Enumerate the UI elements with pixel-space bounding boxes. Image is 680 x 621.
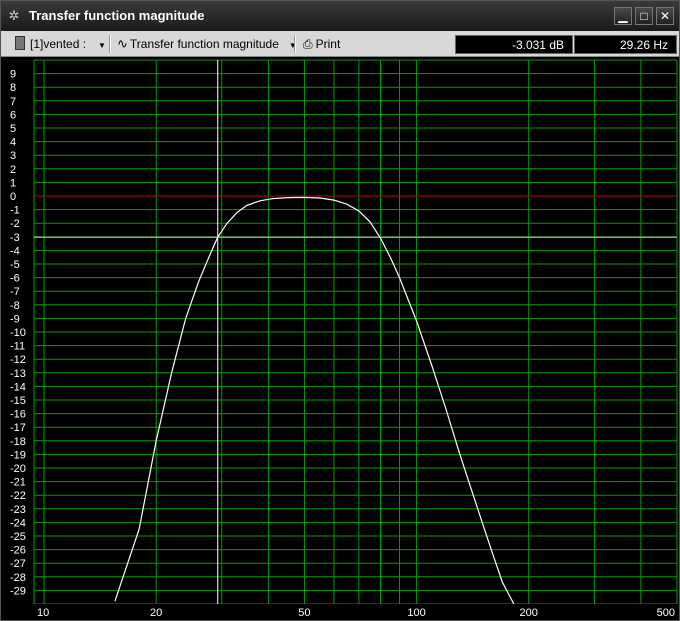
title-bar[interactable]: ✲ Transfer function magnitude ▁ □ ✕ — [1, 1, 679, 31]
app-window: ✲ Transfer function magnitude ▁ □ ✕ [1]v… — [0, 0, 680, 621]
toolbar-separator — [294, 35, 296, 53]
toolbar-separator — [109, 35, 111, 53]
y-tick-label: -8 — [10, 300, 20, 312]
x-axis-strip — [34, 604, 679, 620]
y-tick-label: -9 — [10, 313, 20, 325]
y-tick-label: -7 — [10, 286, 20, 298]
y-tick-label: -25 — [10, 531, 26, 543]
print-button[interactable]: ⎙ Print — [303, 35, 340, 53]
x-tick-label: 500 — [657, 607, 675, 619]
y-tick-label: -14 — [10, 381, 26, 393]
y-tick-label: -5 — [10, 259, 20, 271]
y-tick-label: -24 — [10, 517, 26, 529]
print-label: Print — [315, 37, 341, 51]
y-tick-label: 2 — [10, 164, 16, 176]
hz-readout: 29.26 Hz — [574, 35, 677, 54]
magnitude-chart[interactable]: 9876543210-1-2-3-4-5-6-7-8-9-10-11-12-13… — [1, 57, 679, 620]
mode-label: Transfer function magnitude — [129, 37, 279, 51]
db-readout: -3.031 dB — [455, 35, 573, 54]
y-tick-label: -22 — [10, 490, 26, 502]
y-tick-label: -2 — [10, 218, 20, 230]
x-tick-label: 200 — [520, 607, 538, 619]
maximize-button[interactable]: □ — [635, 7, 653, 25]
y-tick-label: -17 — [10, 422, 26, 434]
mode-dropdown[interactable]: ∿ Transfer function magnitude ▼ — [117, 35, 297, 53]
dataset-dropdown[interactable]: [1]vented : ▼ — [15, 35, 106, 53]
x-tick-label: 50 — [298, 607, 310, 619]
chevron-down-icon: ▼ — [98, 41, 106, 50]
y-tick-label: -13 — [10, 368, 26, 380]
y-tick-label: 6 — [10, 109, 16, 121]
y-tick-label: -6 — [10, 273, 20, 285]
y-tick-label: 3 — [10, 150, 16, 162]
y-tick-label: -12 — [10, 354, 26, 366]
y-tick-label: 9 — [10, 69, 16, 81]
y-tick-label: -27 — [10, 558, 26, 570]
y-tick-label: 7 — [10, 96, 16, 108]
y-tick-label: 0 — [10, 191, 16, 203]
x-tick-label: 100 — [407, 607, 425, 619]
x-tick-label: 20 — [150, 607, 162, 619]
y-tick-label: -11 — [10, 341, 25, 353]
close-button[interactable]: ✕ — [656, 7, 674, 25]
gear-icon[interactable]: ✲ — [7, 9, 21, 23]
y-tick-label: -3 — [10, 232, 20, 244]
y-tick-label: -10 — [10, 327, 26, 339]
y-tick-label: -29 — [10, 585, 26, 597]
minimize-button[interactable]: ▁ — [614, 7, 632, 25]
y-tick-label: 1 — [10, 177, 16, 189]
y-tick-label: 5 — [10, 123, 16, 135]
y-tick-label: -15 — [10, 395, 26, 407]
y-tick-label: -18 — [10, 436, 26, 448]
wave-icon: ∿ — [117, 36, 128, 51]
speaker-icon — [15, 36, 25, 50]
y-tick-label: -28 — [10, 572, 26, 584]
y-tick-label: -16 — [10, 409, 26, 421]
y-tick-label: -20 — [10, 463, 26, 475]
y-tick-label: -23 — [10, 504, 26, 516]
y-tick-label: -21 — [10, 477, 26, 489]
printer-icon: ⎙ — [303, 37, 313, 51]
plot-area[interactable]: 9 8 7 6 5 4 3 2 1 0 -1 -2 -3 -4 -5 -6 -7 -8 -9 -10 -11 -12 -13… — [1, 57, 679, 620]
y-tick-label: 8 — [10, 82, 16, 94]
x-tick-label: 10 — [37, 607, 49, 619]
y-tick-label: -1 — [10, 205, 20, 217]
y-tick-label: -4 — [10, 245, 20, 257]
window-title: Transfer function magnitude — [29, 8, 205, 23]
y-tick-label: -19 — [10, 449, 26, 461]
y-tick-label: -26 — [10, 545, 26, 557]
dataset-label: [1]vented : — [30, 37, 87, 51]
y-tick-label: 4 — [10, 137, 16, 149]
toolbar: [1]vented : ▼ ∿ Transfer function magnitud… — [1, 31, 679, 57]
